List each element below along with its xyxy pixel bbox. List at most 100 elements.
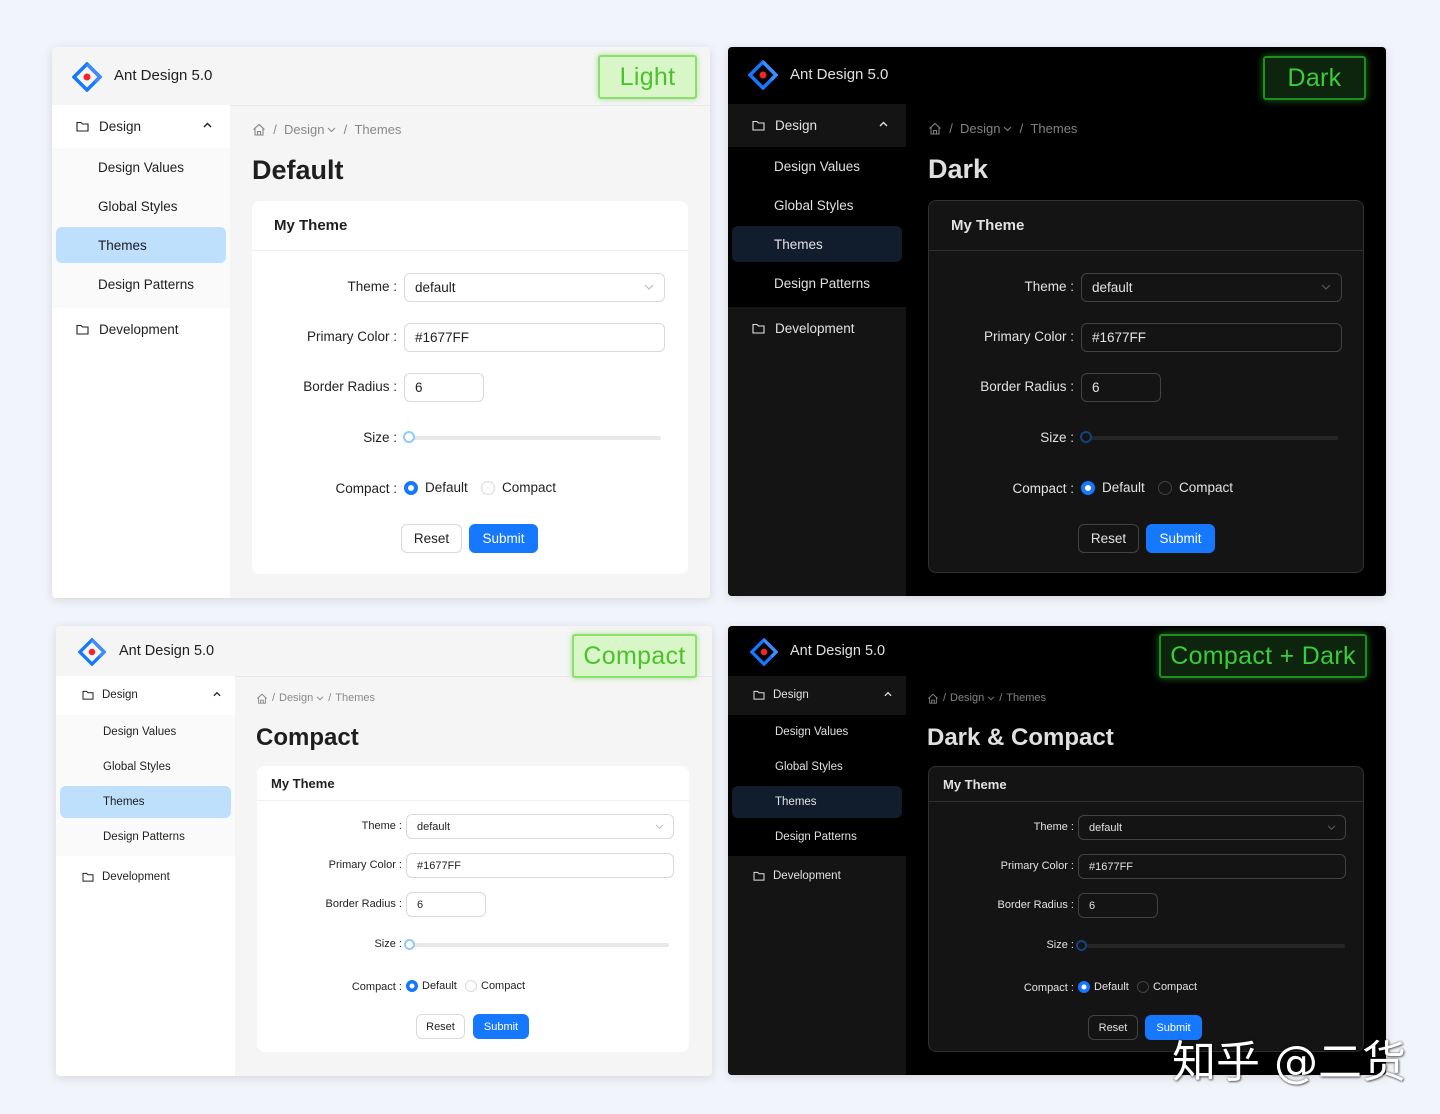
chevron-down-icon[interactable] (327, 127, 336, 133)
breadcrumb-design[interactable]: Design (960, 121, 1000, 136)
folder-icon (82, 690, 94, 700)
sidebar-item-development[interactable]: Development (728, 310, 906, 346)
sidebar-item-development[interactable]: Development (728, 860, 906, 892)
sidebar-item-themes[interactable]: Themes (56, 227, 226, 263)
reset-button[interactable]: Reset (401, 524, 462, 553)
submit-button[interactable]: Submit (473, 1014, 529, 1039)
radio-compact-dot[interactable] (1158, 480, 1172, 495)
sidebar-item-design-values[interactable]: Design Values (56, 716, 235, 748)
size-label: Size : (1046, 939, 1074, 951)
radio-default-dot[interactable] (404, 480, 418, 495)
border-radius-input[interactable]: 6 (1078, 893, 1158, 918)
reset-button[interactable]: Reset (1078, 524, 1139, 553)
radio-default-dot[interactable] (406, 980, 418, 992)
chevron-down-icon[interactable] (316, 696, 324, 701)
size-slider-rail[interactable] (1081, 944, 1345, 948)
sidebar-item-label: Development (773, 870, 841, 882)
sidebar-item-design-patterns[interactable]: Design Patterns (56, 821, 235, 853)
size-slider-handle[interactable] (1076, 940, 1087, 951)
sidebar-item-development[interactable]: Development (56, 861, 235, 893)
breadcrumb-design[interactable]: Design (284, 122, 324, 137)
submit-button[interactable]: Submit (1146, 524, 1215, 553)
radio-compact[interactable]: Compact (1158, 480, 1233, 495)
sidebar-item-design-values[interactable]: Design Values (52, 149, 230, 185)
sidebar-item-design-patterns[interactable]: Design Patterns (728, 821, 906, 853)
sidebar-item-themes[interactable]: Themes (732, 786, 902, 818)
radio-compact-label: Compact (1179, 480, 1234, 495)
primary-color-input[interactable]: #1677FF (1081, 323, 1342, 352)
sidebar-item-design[interactable]: Design (728, 679, 906, 711)
radio-default[interactable]: Default (404, 480, 468, 495)
sidebar-item-design-values[interactable]: Design Values (728, 716, 906, 748)
primary-color-input[interactable]: #1677FF (1078, 854, 1346, 879)
theme-select[interactable]: default (404, 273, 665, 302)
sidebar-item-design-patterns[interactable]: Design Patterns (728, 265, 906, 301)
submit-button[interactable]: Submit (469, 524, 538, 553)
sidebar-item-themes[interactable]: Themes (60, 786, 231, 818)
size-slider-handle[interactable] (404, 939, 415, 950)
theme-select[interactable]: default (1078, 815, 1346, 840)
theme-select[interactable]: default (1081, 273, 1342, 302)
primary-color-value: #1677FF (1089, 860, 1134, 873)
radio-default-dot[interactable] (1078, 981, 1090, 993)
sidebar-item-design-patterns[interactable]: Design Patterns (52, 266, 230, 302)
primary-color-input[interactable]: #1677FF (406, 853, 674, 878)
page-title: Dark (928, 154, 989, 184)
radio-default[interactable]: Default (406, 980, 457, 992)
breadcrumb-separator: / (273, 122, 277, 137)
home-icon[interactable] (256, 693, 268, 704)
radio-compact-dot[interactable] (1137, 981, 1149, 993)
radio-default-label: Default (1102, 480, 1145, 495)
breadcrumb-design[interactable]: Design (279, 692, 313, 704)
sidebar-item-label: Design (102, 689, 138, 701)
sidebar-item-global-styles[interactable]: Global Styles (52, 188, 230, 224)
radio-compact-dot[interactable] (465, 980, 477, 992)
sidebar-item-development[interactable]: Development (52, 311, 230, 347)
sidebar-item-design[interactable]: Design (56, 679, 235, 711)
sidebar-item-design[interactable]: Design (52, 108, 230, 144)
sidebar-item-design-values[interactable]: Design Values (728, 148, 906, 184)
breadcrumb-design[interactable]: Design (950, 692, 984, 704)
sidebar-item-global-styles[interactable]: Global Styles (56, 751, 235, 783)
folder-icon (752, 120, 765, 131)
border-radius-input[interactable]: 6 (406, 892, 486, 917)
theme-label-badge: Dark (1263, 56, 1366, 100)
size-slider-handle[interactable] (1080, 431, 1092, 443)
radio-compact[interactable]: Compact (465, 980, 525, 992)
home-icon[interactable] (252, 123, 266, 136)
theme-select[interactable]: default (406, 814, 674, 839)
size-slider-rail[interactable] (408, 436, 661, 440)
ant-design-logo-icon[interactable] (78, 638, 106, 666)
radio-default[interactable]: Default (1078, 981, 1129, 993)
sidebar-item-themes[interactable]: Themes (732, 226, 902, 262)
reset-button[interactable]: Reset (416, 1014, 465, 1039)
size-slider-handle[interactable] (403, 431, 415, 443)
ant-design-logo-icon[interactable] (72, 62, 102, 92)
sidebar-item-global-styles[interactable]: Global Styles (728, 187, 906, 223)
radio-default-dot[interactable] (1081, 480, 1095, 495)
border-radius-input[interactable]: 6 (1081, 373, 1161, 402)
radio-compact-dot[interactable] (481, 480, 495, 495)
radio-compact[interactable]: Compact (1137, 981, 1197, 993)
border-radius-input[interactable]: 6 (404, 373, 484, 402)
theme-panel-compact-dark: Ant Design 5.0 Compact + Dark Design Des… (728, 626, 1386, 1075)
ant-design-logo-icon[interactable] (748, 60, 778, 90)
radio-compact[interactable]: Compact (481, 480, 556, 495)
sidebar-item-global-styles[interactable]: Global Styles (728, 751, 906, 783)
size-slider-rail[interactable] (409, 943, 669, 947)
watermark: 知乎 @二货 (1172, 1037, 1406, 1088)
radio-compact-label: Compact (502, 480, 557, 495)
sidebar-item-label: Global Styles (98, 198, 178, 214)
sidebar-item-label: Design Patterns (774, 275, 871, 291)
radio-default[interactable]: Default (1081, 480, 1145, 495)
sidebar-item-design[interactable]: Design (728, 107, 906, 143)
size-slider-rail[interactable] (1085, 436, 1338, 440)
home-icon[interactable] (927, 693, 939, 704)
home-icon[interactable] (928, 122, 942, 135)
chevron-down-icon[interactable] (1003, 126, 1012, 132)
primary-color-input[interactable]: #1677FF (404, 323, 665, 352)
ant-design-logo-icon[interactable] (750, 638, 778, 666)
chevron-down-icon[interactable] (987, 696, 995, 701)
reset-button[interactable]: Reset (1088, 1015, 1138, 1040)
theme-panel-dark: Ant Design 5.0 Dark Design Design Values… (728, 47, 1386, 596)
